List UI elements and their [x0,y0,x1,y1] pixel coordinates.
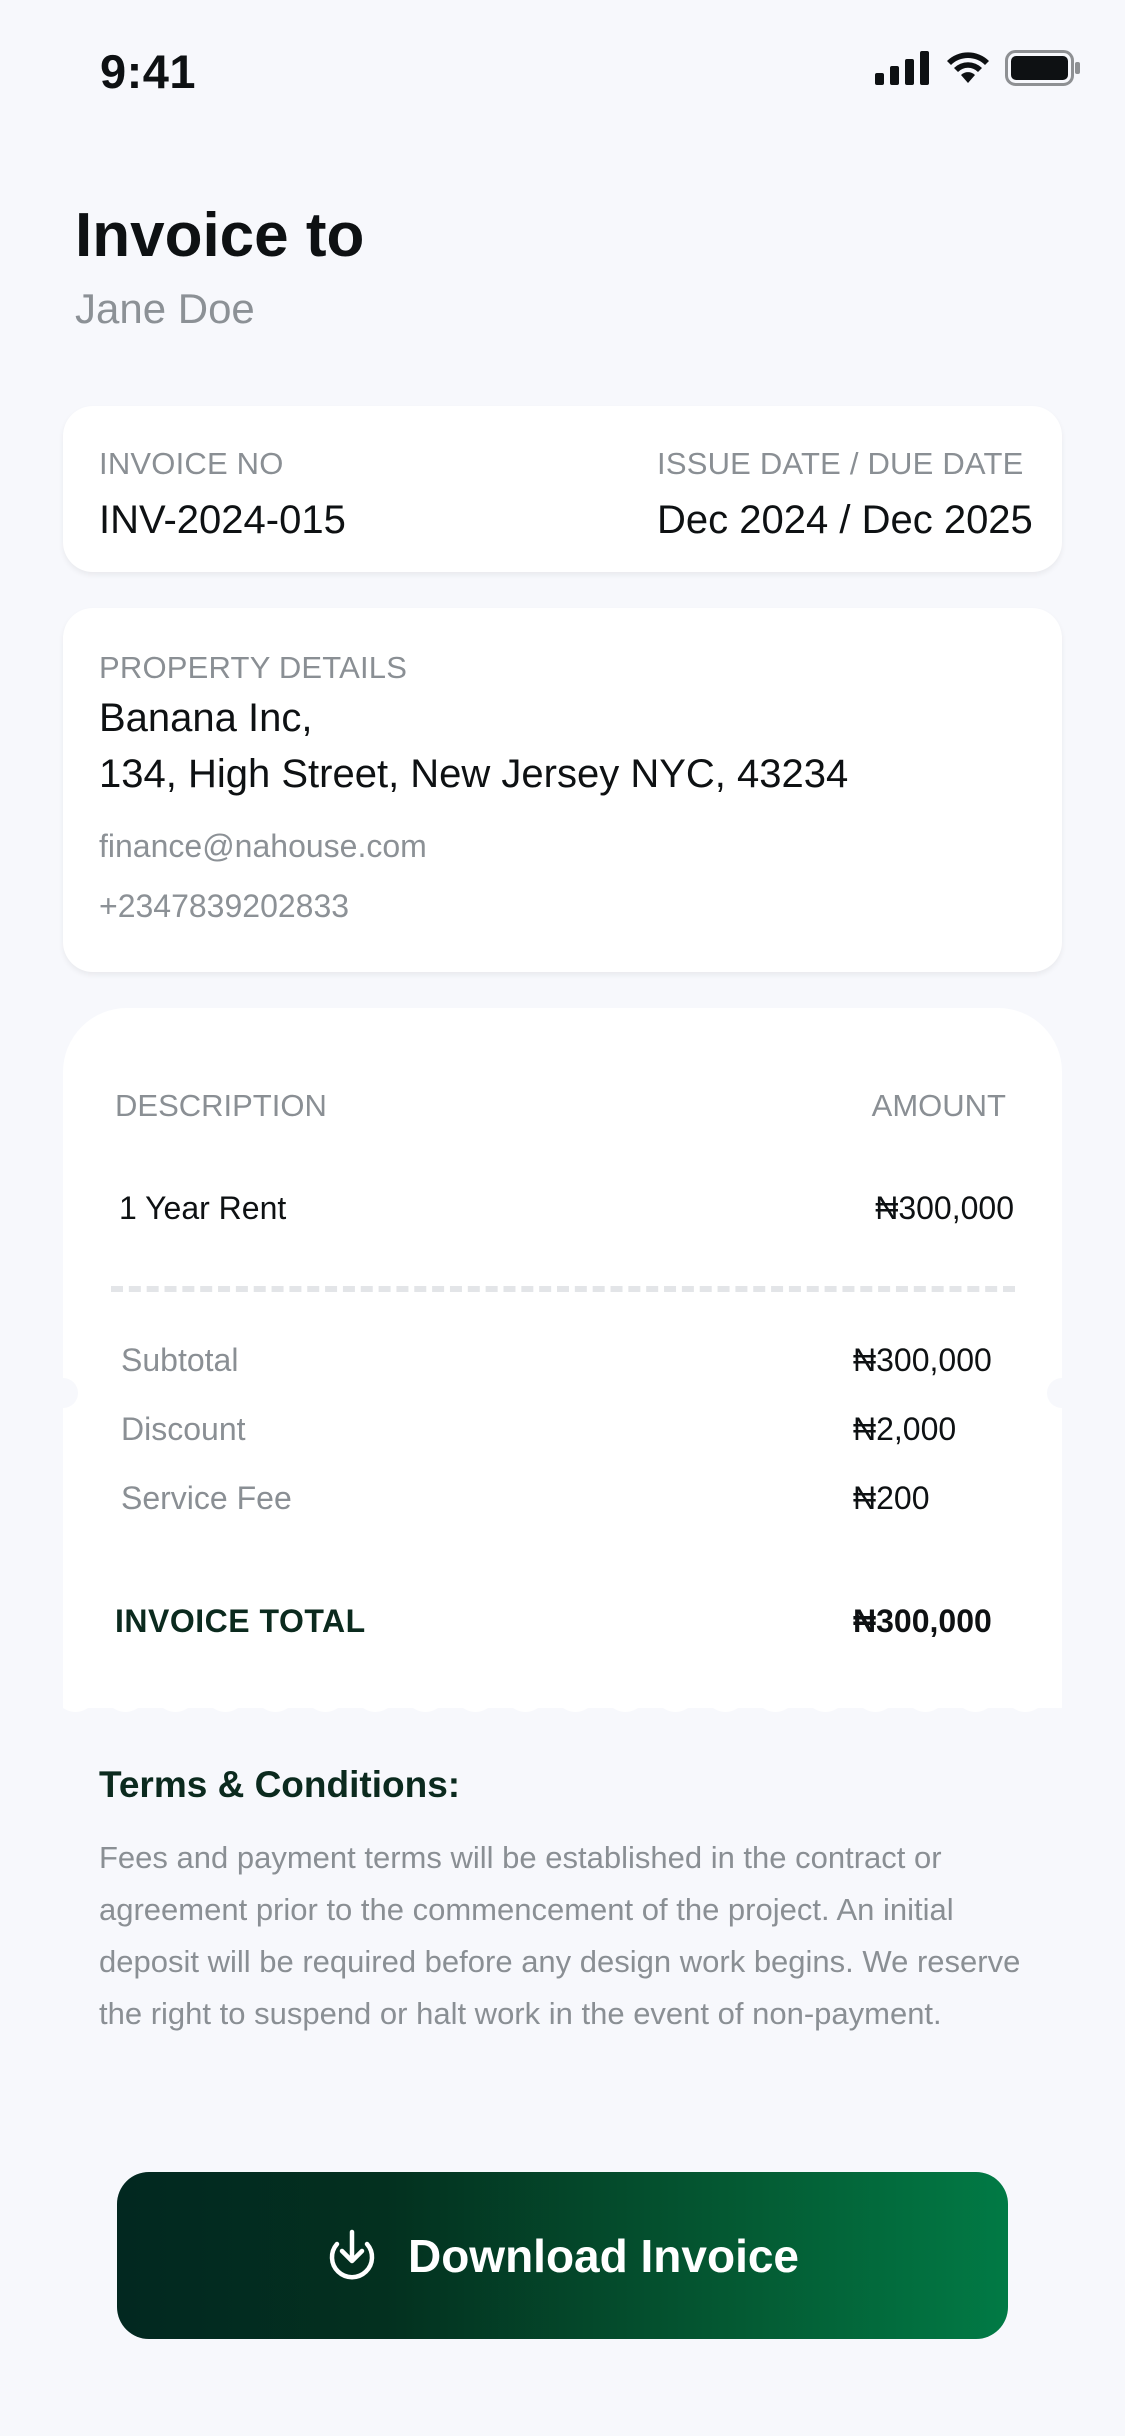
download-invoice-label: Download Invoice [407,2229,800,2282]
discount-label: Discount [121,1411,246,1447]
service-fee-label: Service Fee [121,1480,292,1516]
cellular-signal-icon [875,51,929,85]
receipt-divider [111,1286,1015,1292]
description-column-header: DESCRIPTION [115,1088,327,1123]
service-fee-value: ₦200 [853,1480,930,1516]
amount-column-header: AMOUNT [871,1088,1006,1123]
download-invoice-button[interactable]: Download Invoice [117,2172,1008,2339]
invoice-meta-card: INVOICE NO INV-2024-015 ISSUE DATE / DUE… [63,406,1062,572]
invoice-total-value: ₦300,000 [853,1603,992,1639]
invoice-no-label: INVOICE NO [99,446,284,481]
invoice-receipt: DESCRIPTION AMOUNT 1 Year Rent ₦300,000 … [48,1008,1077,1712]
line-item-description: 1 Year Rent [119,1190,287,1226]
property-email: finance@nahouse.com [99,828,427,864]
discount-value: ₦2,000 [853,1411,957,1447]
property-phone: +2347839202833 [99,888,350,924]
receipt-notch-left [48,1378,78,1408]
status-icons [875,50,1081,86]
status-time: 9:41 [100,45,197,98]
terms-body: Fees and payment terms will be establish… [99,1840,1021,2031]
recipient-name: Jane Doe [75,285,255,332]
wifi-icon [947,52,989,83]
property-company-name: Banana Inc, [99,696,313,740]
battery-icon [1005,50,1080,86]
dates-label: ISSUE DATE / DUE DATE [657,446,1024,481]
subtotal-value: ₦300,000 [853,1342,992,1378]
status-bar: 9:41 [0,0,1125,140]
receipt-notch-right [1047,1378,1077,1408]
property-details-card: PROPERTY DETAILS Banana Inc, 134, High S… [63,608,1062,972]
receipt-wavy-edge [63,1688,1062,1712]
subtotal-label: Subtotal [121,1342,239,1378]
line-item-amount: ₦300,000 [875,1190,1014,1226]
property-address: 134, High Street, New Jersey NYC, 43234 [99,752,849,796]
invoice-dates-block: ISSUE DATE / DUE DATE Dec 2024 / Dec 202… [657,446,1033,543]
invoice-screen: 9:41 Invoice to Jane Doe INVOICE NO INV-… [0,0,1125,2436]
dates-value: Dec 2024 / Dec 2025 [657,498,1033,542]
invoice-total-label: INVOICE TOTAL [115,1603,366,1639]
invoice-no-value: INV-2024-015 [99,498,346,542]
property-details-label: PROPERTY DETAILS [99,650,408,685]
terms-title: Terms & Conditions: [99,1764,461,1805]
page-title: Invoice to [75,201,365,270]
invoice-number-block: INVOICE NO INV-2024-015 [99,446,346,543]
download-icon [329,2229,375,2279]
